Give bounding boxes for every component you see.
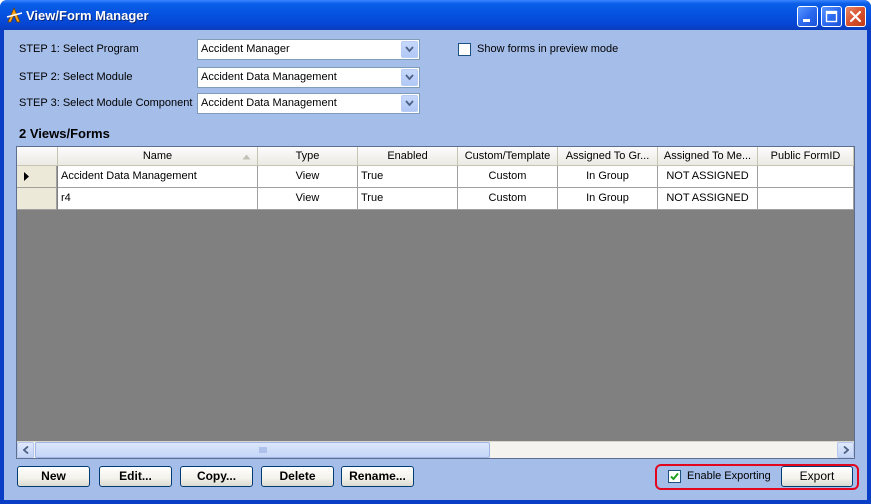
grid-cell[interactable]: NOT ASSIGNED <box>658 166 758 188</box>
new-button[interactable]: New <box>17 466 90 487</box>
column-header-type[interactable]: Type <box>258 147 358 166</box>
close-button[interactable] <box>845 6 866 27</box>
module-select-dropdown[interactable] <box>401 69 418 86</box>
column-header-name-label: Name <box>142 150 173 162</box>
rename-button[interactable]: Rename... <box>341 466 414 487</box>
title-bar[interactable]: View/Form Manager <box>0 0 871 30</box>
step3-label: STEP 3: Select Module Component <box>19 97 193 109</box>
row-pointer-icon <box>24 172 29 181</box>
column-header-custom-template[interactable]: Custom/Template <box>458 147 558 166</box>
grid-cell[interactable]: Custom <box>458 188 558 210</box>
delete-button[interactable]: Delete <box>261 466 334 487</box>
preview-mode-label[interactable]: Show forms in preview mode <box>477 43 618 55</box>
grid-cell[interactable]: Accident Data Management <box>58 166 258 188</box>
minimize-icon <box>803 19 810 22</box>
column-header-custom-template-label: Custom/Template <box>464 150 551 162</box>
grid-cell[interactable] <box>758 188 854 210</box>
window-title: View/Form Manager <box>26 8 149 23</box>
scroll-thumb[interactable] <box>35 442 490 458</box>
grid-cell[interactable] <box>758 166 854 188</box>
views-forms-grid[interactable]: Name Type Enabled Custom/Template Assign… <box>16 146 855 459</box>
grid-cell[interactable]: r4 <box>58 188 258 210</box>
preview-mode-checkbox[interactable] <box>458 43 471 56</box>
sort-ascending-icon <box>242 154 251 160</box>
column-header-public-formid-label: Public FormID <box>770 150 841 162</box>
module-component-select[interactable]: Accident Data Management <box>197 93 420 114</box>
chevron-down-icon <box>405 100 414 107</box>
scroll-right-button[interactable] <box>837 442 854 458</box>
grid-cell[interactable]: View <box>258 188 358 210</box>
row-header[interactable] <box>17 188 57 210</box>
program-select-value: Accident Manager <box>201 43 290 55</box>
grid-cell[interactable]: Custom <box>458 166 558 188</box>
column-header-enabled-label: Enabled <box>387 150 428 162</box>
row-header[interactable] <box>17 166 57 188</box>
grid-cell[interactable]: True <box>358 188 458 210</box>
grid-cell[interactable]: View <box>258 166 358 188</box>
maximize-icon <box>825 10 838 23</box>
app-logo-icon <box>6 6 23 23</box>
grid-cell[interactable]: In Group <box>558 166 658 188</box>
grid-corner-header <box>17 147 58 166</box>
client-area: STEP 1: Select Program STEP 2: Select Mo… <box>4 30 867 500</box>
enable-exporting-checkbox[interactable] <box>668 470 681 483</box>
export-button[interactable]: Export <box>781 466 853 487</box>
close-icon <box>849 10 862 23</box>
maximize-button[interactable] <box>821 6 842 27</box>
chevron-left-icon <box>23 446 29 454</box>
column-header-assigned-member[interactable]: Assigned To Me... <box>658 147 758 166</box>
step2-label: STEP 2: Select Module <box>19 71 133 83</box>
horizontal-scrollbar[interactable] <box>17 441 854 458</box>
module-component-select-dropdown[interactable] <box>401 95 418 112</box>
enable-exporting-label[interactable]: Enable Exporting <box>687 470 771 482</box>
program-select-dropdown[interactable] <box>401 41 418 58</box>
chevron-right-icon <box>843 446 849 454</box>
grid-cell[interactable]: NOT ASSIGNED <box>658 188 758 210</box>
column-header-assigned-group[interactable]: Assigned To Gr... <box>558 147 658 166</box>
views-forms-count-title: 2 Views/Forms <box>19 126 110 141</box>
minimize-button[interactable] <box>797 6 818 27</box>
step1-label: STEP 1: Select Program <box>19 43 139 55</box>
column-header-name[interactable]: Name <box>58 147 258 166</box>
scroll-left-button[interactable] <box>17 442 34 458</box>
column-header-enabled[interactable]: Enabled <box>358 147 458 166</box>
copy-button[interactable]: Copy... <box>180 466 253 487</box>
grip-icon <box>259 447 267 453</box>
module-select[interactable]: Accident Data Management <box>197 67 420 88</box>
grid-cell[interactable]: In Group <box>558 188 658 210</box>
checkmark-icon <box>670 472 679 481</box>
chevron-down-icon <box>405 74 414 81</box>
edit-button[interactable]: Edit... <box>99 466 172 487</box>
column-header-assigned-member-label: Assigned To Me... <box>663 150 752 162</box>
program-select[interactable]: Accident Manager <box>197 39 420 60</box>
column-header-type-label: Type <box>295 150 320 162</box>
column-header-public-formid[interactable]: Public FormID <box>758 147 854 166</box>
module-select-value: Accident Data Management <box>201 71 337 83</box>
view-form-manager-window: View/Form Manager STEP 1: Select Program… <box>0 0 871 504</box>
grid-cell[interactable]: True <box>358 166 458 188</box>
chevron-down-icon <box>405 46 414 53</box>
column-header-assigned-group-label: Assigned To Gr... <box>565 150 650 162</box>
module-component-select-value: Accident Data Management <box>201 97 337 109</box>
